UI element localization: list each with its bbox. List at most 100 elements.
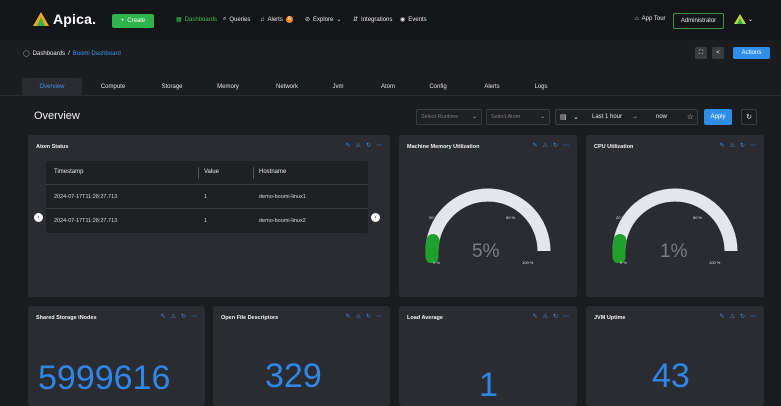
nav-explore[interactable]: ⊘ Explore ⌄ [305, 16, 342, 24]
refresh-icon[interactable]: ↻ [740, 313, 745, 320]
nav-alerts-label: Alerts [267, 16, 283, 23]
app-tour-label: App Tour [641, 16, 666, 22]
panel-toolbar: ✎ ⚠ ↻ ⋯ [346, 313, 382, 320]
tab-jvm[interactable]: Jvm [318, 78, 358, 96]
chevron-right-icon[interactable]: › [371, 213, 380, 222]
nav-integrations[interactable]: ⇵ Integrations [353, 16, 392, 24]
user-menu-button[interactable]: Administrator [673, 13, 724, 29]
edit-icon[interactable]: ✎ [346, 142, 351, 149]
panel-toolbar: ✎ ⚠ ↻ ⋯ [533, 142, 569, 149]
column-header[interactable]: Value [204, 169, 219, 175]
apica-logo[interactable]: Apica. [33, 11, 96, 27]
panel-title: Load Average [407, 315, 443, 321]
alert-icon[interactable]: ⚠ [543, 313, 548, 320]
refresh-icon[interactable]: ↻ [181, 313, 186, 320]
table-header: Timestamp Value Hostname [46, 161, 368, 185]
more-icon[interactable]: ⋯ [750, 142, 756, 149]
alert-icon[interactable]: ⚠ [730, 142, 735, 149]
more-icon[interactable]: ⋯ [563, 313, 569, 320]
table-row[interactable]: 2024-07-17T11:28:27.713 1 demo-boomi-lin… [46, 209, 368, 233]
tab-config[interactable]: Config [418, 78, 458, 96]
tab-atom[interactable]: Atom [368, 78, 408, 96]
panel-title: Shared Storage iNodes [36, 315, 97, 321]
bell-icon: ♫ [260, 16, 265, 23]
edit-icon[interactable]: ✎ [533, 142, 538, 149]
chevron-down-icon: ⌄ [336, 17, 342, 23]
alert-icon[interactable]: ⚠ [543, 142, 548, 149]
star-icon[interactable]: ☆ [687, 113, 693, 121]
table-row[interactable]: 2024-07-17T11:28:27.713 1 demo-boomi-lin… [46, 185, 368, 209]
nav-events[interactable]: ◉ Events [400, 16, 427, 24]
edit-icon[interactable]: ✎ [533, 313, 538, 320]
tab-compute[interactable]: Compute [88, 78, 138, 96]
nav-explore-label: Explore [313, 16, 334, 23]
breadcrumb-root[interactable]: Dashboards [33, 51, 65, 57]
fullscreen-button[interactable]: ⛶ [695, 47, 707, 59]
refresh-icon[interactable]: ↻ [366, 313, 371, 320]
edit-icon[interactable]: ✎ [720, 313, 725, 320]
tab-storage[interactable]: Storage [147, 78, 197, 96]
refresh-button[interactable]: ↻ [741, 109, 757, 125]
alert-icon[interactable]: ⚠ [356, 313, 361, 320]
app-tour-link[interactable]: ⌂ App Tour [635, 16, 666, 22]
time-from[interactable]: Last 1 hour [592, 114, 622, 120]
nav-queries[interactable]: ⌕ Queries [223, 16, 250, 23]
column-divider [198, 167, 199, 179]
stat-value: 43 [652, 357, 690, 395]
alert-icon[interactable]: ⚠ [171, 313, 176, 320]
panel-toolbar: ✎ ⚠ ↻ ⋯ [346, 142, 382, 149]
more-icon[interactable]: ⋯ [376, 313, 382, 320]
column-header[interactable]: Hostname [259, 169, 286, 175]
refresh-icon[interactable]: ↻ [553, 142, 558, 149]
nav-alerts[interactable]: ♫ Alerts 6 [260, 16, 293, 23]
atom-status-table: Timestamp Value Hostname 2024-07-17T11:2… [46, 161, 368, 233]
refresh-icon[interactable]: ↻ [740, 142, 745, 149]
apply-button[interactable]: Apply [704, 109, 732, 125]
edit-icon[interactable]: ✎ [161, 313, 166, 320]
more-icon[interactable]: ⋯ [563, 142, 569, 149]
runtime-select[interactable]: Select Runtime ⌄ [416, 109, 482, 125]
tab-alerts[interactable]: Alerts [472, 78, 512, 96]
apica-logo-icon [33, 12, 49, 26]
refresh-icon[interactable]: ↻ [366, 142, 371, 149]
tab-logs[interactable]: Logs [521, 78, 561, 96]
compass-icon: ⊘ [305, 17, 311, 23]
edit-icon[interactable]: ✎ [346, 313, 351, 320]
gauge-tick-label: 60 % [482, 198, 492, 203]
column-header[interactable]: Timestamp [54, 169, 83, 175]
atom-select-placeholder: Select Atom [491, 114, 521, 120]
cell-hostname: demo-boomi-linux1 [259, 194, 306, 200]
breadcrumb-current[interactable]: Boomi Dashboard [73, 51, 121, 57]
atom-select[interactable]: Select Atom ⌄ [486, 109, 550, 125]
share-button[interactable]: < [712, 47, 724, 59]
cell-value: 1 [204, 194, 208, 200]
gauge-tick-label: 100 % [522, 260, 534, 265]
apply-button-label: Apply [710, 114, 726, 120]
alert-icon[interactable]: ⚠ [730, 313, 735, 320]
chevron-left-icon[interactable]: ‹ [34, 213, 43, 222]
more-icon[interactable]: ⋯ [191, 313, 197, 320]
search-icon: ⌕ [223, 16, 227, 22]
actions-button[interactable]: Actions [733, 47, 770, 59]
alert-icon[interactable]: ⚠ [356, 142, 361, 149]
refresh-icon[interactable]: ↻ [553, 313, 558, 320]
tab-network[interactable]: Network [262, 78, 312, 96]
tab-memory[interactable]: Memory [203, 78, 253, 96]
brand-name: Apica. [53, 11, 97, 27]
graduation-cap-icon: ⌂ [635, 16, 639, 22]
edit-icon[interactable]: ✎ [720, 142, 725, 149]
stat-value: 329 [265, 357, 322, 395]
time-to[interactable]: now [656, 114, 667, 120]
avatar-menu[interactable]: ⌄ [734, 14, 753, 24]
gauge-tick-label: 40 % [451, 198, 461, 203]
jvm-uptime-panel: JVM Uptime ✎ ⚠ ↻ ⋯ 43 [586, 306, 764, 406]
nav-dashboards-label: Dashboards [184, 16, 218, 23]
dashboard-icon: ◯ [23, 51, 30, 57]
nav-dashboards[interactable]: ▦ Dashboards [176, 16, 218, 24]
create-button[interactable]: + Create [112, 14, 154, 28]
more-icon[interactable]: ⋯ [376, 142, 382, 149]
more-icon[interactable]: ⋯ [750, 313, 756, 320]
nav-events-label: Events [408, 16, 427, 23]
time-range-picker[interactable]: ▤ ⌄ Last 1 hour → now ☆ [555, 109, 698, 125]
tab-overview[interactable]: Overview [22, 78, 82, 96]
